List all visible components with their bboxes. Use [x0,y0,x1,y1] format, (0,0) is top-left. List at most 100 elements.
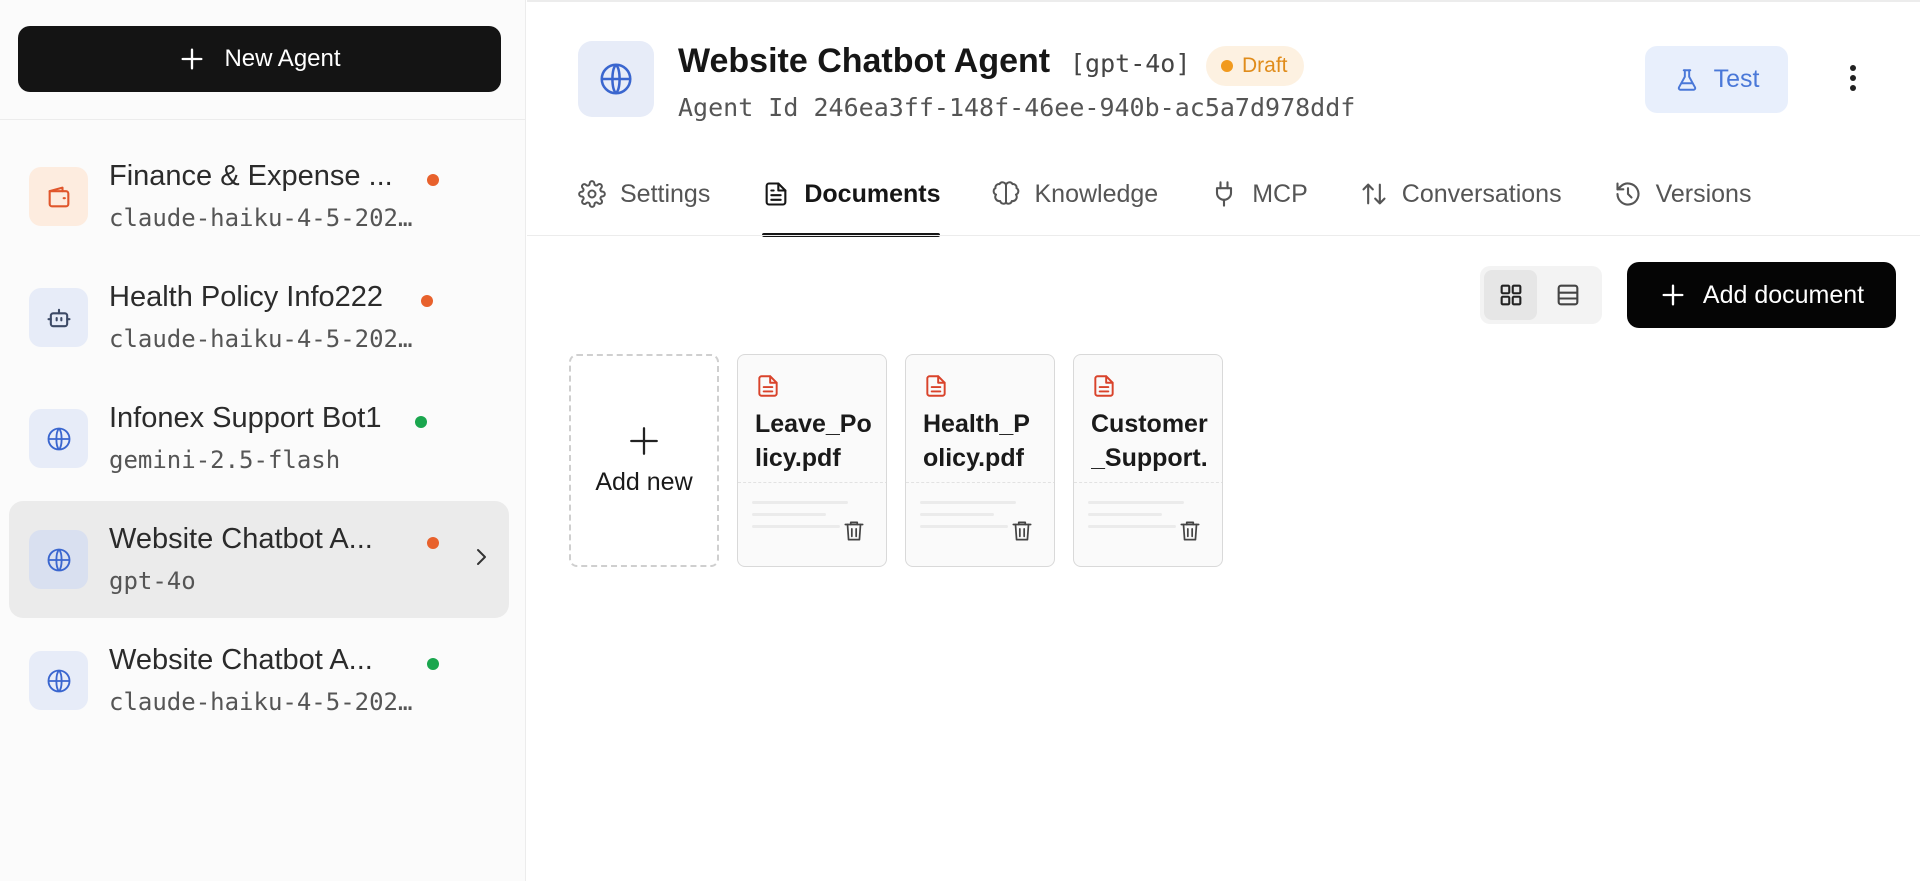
gear-icon [578,180,606,208]
preview-line [752,525,840,528]
preview-line [752,501,848,504]
trash-icon[interactable] [1009,518,1035,544]
agent-list-item[interactable]: Website Chatbot A... claude-haiku-4-5-20… [9,622,509,739]
document-filename: Customer_Support.pdf [1091,410,1208,472]
document-card[interactable]: Customer_Support.pdf [1073,354,1223,567]
tab-versions[interactable]: Versions [1614,172,1752,236]
status-dot [427,658,439,670]
agent-list-item[interactable]: Health Policy Info222 claude-haiku-4-5-2… [9,259,509,376]
agent-avatar [29,167,88,226]
agent-id-line: Agent Id 246ea3ff-148f-46ee-940b-ac5a7d9… [678,93,1355,122]
status-dot [427,537,439,549]
agent-model: claude-haiku-4-5-202… [109,325,413,353]
status-dot [415,416,427,428]
tab-mcp[interactable]: MCP [1210,172,1308,236]
new-agent-label: New Agent [224,45,341,72]
status-dot [421,295,433,307]
preview-line [920,513,994,516]
test-button-label: Test [1713,65,1760,93]
list-view-button[interactable] [1541,270,1594,320]
trash-icon[interactable] [841,518,867,544]
grid-view-button[interactable] [1484,270,1537,320]
agent-model: gemini-2.5-flash [109,446,341,474]
top-border [527,0,1920,2]
tab-label: Documents [804,180,941,208]
agent-name: Infonex Support Bot1 [109,402,382,434]
tab-settings[interactable]: Settings [578,172,710,236]
agent-model: gpt-4o [109,567,196,595]
plus-icon [181,48,203,70]
document-filename: Health_Policy.pdf [923,410,1030,472]
add-document-label: Add document [1702,280,1865,309]
tab-label: Knowledge [1034,180,1159,208]
view-toggle [1480,266,1602,324]
tab-label: MCP [1252,180,1308,208]
document-icon [765,182,787,206]
status-badge: Draft [1206,46,1304,86]
page-title: Website Chatbot Agent [678,42,1051,80]
agent-model: claude-haiku-4-5-202… [109,204,413,232]
agent-list-item-selected[interactable]: Website Chatbot A... gpt-4o [9,501,509,618]
flask-icon [1677,68,1696,91]
grid-icon [1500,284,1521,306]
agent-name: Finance & Expense ... [109,160,393,192]
tab-knowledge[interactable]: Knowledge [992,172,1158,236]
new-agent-button[interactable]: New Agent [18,26,501,92]
pdf-file-icon [758,375,778,397]
model-tag: [gpt-4o] [1070,49,1191,78]
globe-icon [47,669,70,692]
trash-icon[interactable] [1177,518,1203,544]
preview-line [920,525,1008,528]
agent-avatar [29,409,88,468]
agent-avatar [29,651,88,710]
document-card[interactable]: Leave_Policy.pdf [737,354,887,567]
history-icon [1616,182,1640,206]
globe-icon [600,63,632,95]
list-icon [1557,284,1578,306]
preview-line [920,501,1016,504]
agent-header-avatar [578,41,654,117]
plus-icon [1662,284,1684,306]
preview-line [1088,501,1184,504]
preview-line [752,513,826,516]
add-document-button[interactable]: Add document [1627,262,1896,328]
wallet-icon [48,186,69,207]
bot-icon [46,308,71,327]
plug-icon [1216,181,1233,207]
agent-detail-panel: Website Chatbot Agent [gpt-4o] Draft Age… [527,0,1920,881]
document-filename: Leave_Policy.pdf [755,410,872,472]
agent-name: Website Chatbot A... [109,523,373,555]
agent-list-item[interactable]: Finance & Expense ... claude-haiku-4-5-2… [9,138,509,255]
card-separator [906,482,1054,483]
agent-id-label: Agent Id [678,93,799,122]
kebab-menu-icon [1850,65,1856,91]
test-button[interactable]: Test [1645,46,1788,113]
tab-bar: Settings Documents Knowledge MCP Convers… [578,172,1803,237]
add-new-card[interactable]: Add new [569,354,719,567]
card-separator [1074,482,1222,483]
agent-avatar [29,530,88,589]
tab-conversations[interactable]: Conversations [1360,172,1562,236]
agent-sidebar: New Agent Finance & Expense ... claude-h… [0,0,526,881]
globe-icon [47,548,70,571]
document-card[interactable]: Health_Policy.pdf [905,354,1055,567]
agent-list-item[interactable]: Infonex Support Bot1 gemini-2.5-flash [9,380,509,497]
pdf-file-icon [1094,375,1114,397]
agent-id-value: 246ea3ff-148f-46ee-940b-ac5a7d978ddf [813,93,1356,122]
agent-name: Health Policy Info222 [109,281,384,313]
add-new-label: Add new [595,468,693,496]
arrows-updown-icon [1362,183,1386,205]
preview-line [1088,513,1162,516]
tab-bar-divider [527,235,1920,236]
sidebar-divider [0,119,526,120]
preview-line [1088,525,1176,528]
agent-model: claude-haiku-4-5-202… [109,688,413,716]
tab-documents[interactable]: Documents [762,172,941,237]
pdf-file-icon [926,375,946,397]
brain-icon [993,181,1020,205]
tab-label: Versions [1655,180,1752,208]
more-options-button[interactable] [1835,60,1871,96]
plus-icon [630,427,658,455]
agent-list: Finance & Expense ... claude-haiku-4-5-2… [9,138,509,743]
agent-name: Website Chatbot A... [109,644,373,676]
